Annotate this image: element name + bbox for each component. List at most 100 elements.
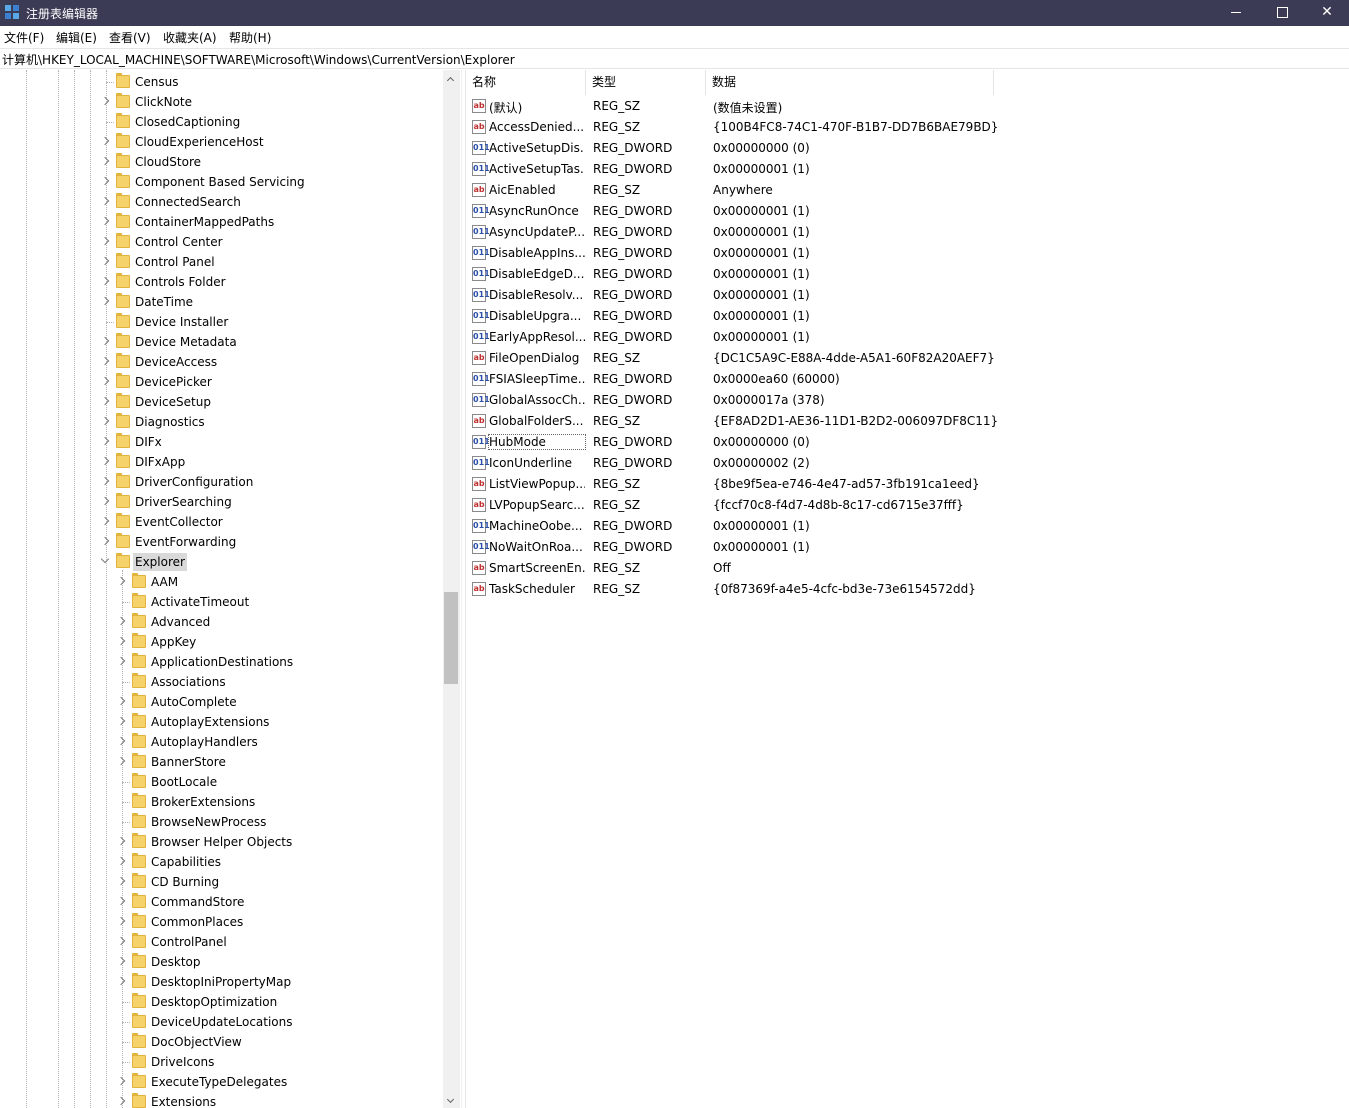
table-row[interactable]: 011 NoWaitOnRoa... REG_DWORD 0x00000001 (1) xyxy=(466,537,1349,558)
chevron-right-icon[interactable] xyxy=(116,856,126,866)
tree-item[interactable]: Device Installer xyxy=(0,312,443,332)
table-row[interactable]: 011 FSIASleepTime... REG_DWORD 0x0000ea60 (… xyxy=(466,369,1349,390)
column-header-type[interactable]: 类型 xyxy=(586,70,706,95)
tree-item[interactable]: BrokerExtensions xyxy=(0,792,443,812)
tree-item[interactable]: Census xyxy=(0,72,443,92)
tree-item[interactable]: CloudStore xyxy=(0,152,443,172)
chevron-right-icon[interactable] xyxy=(116,1076,126,1086)
tree-item[interactable]: AutoplayHandlers xyxy=(0,732,443,752)
chevron-right-icon[interactable] xyxy=(100,416,110,426)
maximize-button[interactable] xyxy=(1259,0,1305,26)
column-header-name[interactable]: 名称 xyxy=(466,70,586,95)
chevron-right-icon[interactable] xyxy=(100,96,110,106)
table-row[interactable]: ab AccessDenied... REG_SZ {100B4FC8-74C1-47… xyxy=(466,117,1349,138)
tree-item[interactable]: Controls Folder xyxy=(0,272,443,292)
chevron-right-icon[interactable] xyxy=(116,616,126,626)
chevron-right-icon[interactable] xyxy=(116,696,126,706)
tree-item[interactable]: DriverConfiguration xyxy=(0,472,443,492)
chevron-right-icon[interactable] xyxy=(100,176,110,186)
chevron-right-icon[interactable] xyxy=(100,396,110,406)
tree-item[interactable]: AutoComplete xyxy=(0,692,443,712)
tree-item[interactable]: BannerStore xyxy=(0,752,443,772)
tree-item[interactable]: BootLocale xyxy=(0,772,443,792)
menu-edit[interactable]: 编辑(E) xyxy=(56,29,97,46)
chevron-right-icon[interactable] xyxy=(116,976,126,986)
scroll-down-arrow-icon[interactable] xyxy=(446,1095,455,1104)
chevron-right-icon[interactable] xyxy=(100,336,110,346)
chevron-right-icon[interactable] xyxy=(116,656,126,666)
tree-item[interactable]: DesktopOptimization xyxy=(0,992,443,1012)
table-row[interactable]: 011 DisableResolv... REG_DWORD 0x00000001 (… xyxy=(466,285,1349,306)
tree-item[interactable]: AppKey xyxy=(0,632,443,652)
menu-file[interactable]: 文件(F) xyxy=(4,29,44,46)
tree-item[interactable]: Diagnostics xyxy=(0,412,443,432)
column-header-data[interactable]: 数据 xyxy=(706,70,994,95)
table-row[interactable]: 011 IconUnderline REG_DWORD 0x00000002 (2) xyxy=(466,453,1349,474)
tree-item[interactable]: Control Center xyxy=(0,232,443,252)
tree-item[interactable]: CommandStore xyxy=(0,892,443,912)
chevron-right-icon[interactable] xyxy=(116,756,126,766)
tree-item[interactable]: DesktopIniPropertyMap xyxy=(0,972,443,992)
chevron-right-icon[interactable] xyxy=(116,1096,126,1106)
tree-item[interactable]: EventForwarding xyxy=(0,532,443,552)
chevron-right-icon[interactable] xyxy=(100,456,110,466)
tree-item[interactable]: AAM xyxy=(0,572,443,592)
tree-item[interactable]: ControlPanel xyxy=(0,932,443,952)
tree-item[interactable]: DriveIcons xyxy=(0,1052,443,1072)
chevron-right-icon[interactable] xyxy=(100,496,110,506)
chevron-right-icon[interactable] xyxy=(116,716,126,726)
table-row[interactable]: 011 HubMode REG_DWORD 0x00000000 (0) xyxy=(466,432,1349,453)
chevron-right-icon[interactable] xyxy=(100,296,110,306)
table-row[interactable]: 011 DisableEdgeD... REG_DWORD 0x00000001 (1… xyxy=(466,264,1349,285)
address-path[interactable]: 计算机\HKEY_LOCAL_MACHINE\SOFTWARE\Microsof… xyxy=(2,51,515,68)
chevron-right-icon[interactable] xyxy=(100,196,110,206)
table-row[interactable]: ab ListViewPopup... REG_SZ {8be9f5ea-e746-4… xyxy=(466,474,1349,495)
table-row[interactable]: 011 ActiveSetupDis... REG_DWORD 0x00000000 … xyxy=(466,138,1349,159)
tree-item[interactable]: ConnectedSearch xyxy=(0,192,443,212)
tree-item[interactable]: Browser Helper Objects xyxy=(0,832,443,852)
tree-item[interactable]: Extensions xyxy=(0,1092,443,1108)
chevron-right-icon[interactable] xyxy=(100,136,110,146)
tree-item[interactable]: ClickNote xyxy=(0,92,443,112)
chevron-right-icon[interactable] xyxy=(100,256,110,266)
tree-item[interactable]: DriverSearching xyxy=(0,492,443,512)
tree-item[interactable]: Control Panel xyxy=(0,252,443,272)
table-row[interactable]: 011 DisableAppIns... REG_DWORD 0x00000001 (… xyxy=(466,243,1349,264)
chevron-right-icon[interactable] xyxy=(100,356,110,366)
table-row[interactable]: ab AicEnabled REG_SZ Anywhere xyxy=(466,180,1349,201)
table-row[interactable]: 011 GlobalAssocCh... REG_DWORD 0x0000017a (… xyxy=(466,390,1349,411)
tree-item[interactable]: DeviceUpdateLocations xyxy=(0,1012,443,1032)
chevron-right-icon[interactable] xyxy=(100,516,110,526)
tree-item[interactable]: CloudExperienceHost xyxy=(0,132,443,152)
tree-item[interactable]: BrowseNewProcess xyxy=(0,812,443,832)
close-button[interactable]: ✕ xyxy=(1304,0,1349,26)
table-row[interactable]: ab TaskScheduler REG_SZ {0f87369f-a4e5-4cfc… xyxy=(466,579,1349,600)
chevron-right-icon[interactable] xyxy=(100,536,110,546)
chevron-right-icon[interactable] xyxy=(116,736,126,746)
chevron-right-icon[interactable] xyxy=(100,216,110,226)
tree-item[interactable]: ExecuteTypeDelegates xyxy=(0,1072,443,1092)
chevron-right-icon[interactable] xyxy=(100,436,110,446)
chevron-right-icon[interactable] xyxy=(116,956,126,966)
table-row[interactable]: ab GlobalFolderS... REG_SZ {EF8AD2D1-AE36-1… xyxy=(466,411,1349,432)
table-row[interactable]: 011 DisableUpgra... REG_DWORD 0x00000001 (1… xyxy=(466,306,1349,327)
tree-item[interactable]: CD Burning xyxy=(0,872,443,892)
tree-item[interactable]: ApplicationDestinations xyxy=(0,652,443,672)
table-row[interactable]: 011 AsyncRunOnce REG_DWORD 0x00000001 (1) xyxy=(466,201,1349,222)
chevron-right-icon[interactable] xyxy=(100,236,110,246)
tree-item[interactable]: DeviceAccess xyxy=(0,352,443,372)
chevron-right-icon[interactable] xyxy=(100,276,110,286)
table-row[interactable]: 011 AsyncUpdateP... REG_DWORD 0x00000001 (1… xyxy=(466,222,1349,243)
chevron-right-icon[interactable] xyxy=(100,376,110,386)
tree-item[interactable]: EventCollector xyxy=(0,512,443,532)
table-row[interactable]: 011 ActiveSetupTas... REG_DWORD 0x00000001 … xyxy=(466,159,1349,180)
tree-item[interactable]: ActivateTimeout xyxy=(0,592,443,612)
chevron-right-icon[interactable] xyxy=(116,916,126,926)
tree-item[interactable]: Device Metadata xyxy=(0,332,443,352)
address-bar[interactable]: 计算机\HKEY_LOCAL_MACHINE\SOFTWARE\Microsof… xyxy=(0,48,1349,69)
chevron-right-icon[interactable] xyxy=(116,636,126,646)
tree-item[interactable]: Desktop xyxy=(0,952,443,972)
chevron-right-icon[interactable] xyxy=(116,896,126,906)
tree-item[interactable]: Associations xyxy=(0,672,443,692)
tree-item[interactable]: ClosedCaptioning xyxy=(0,112,443,132)
